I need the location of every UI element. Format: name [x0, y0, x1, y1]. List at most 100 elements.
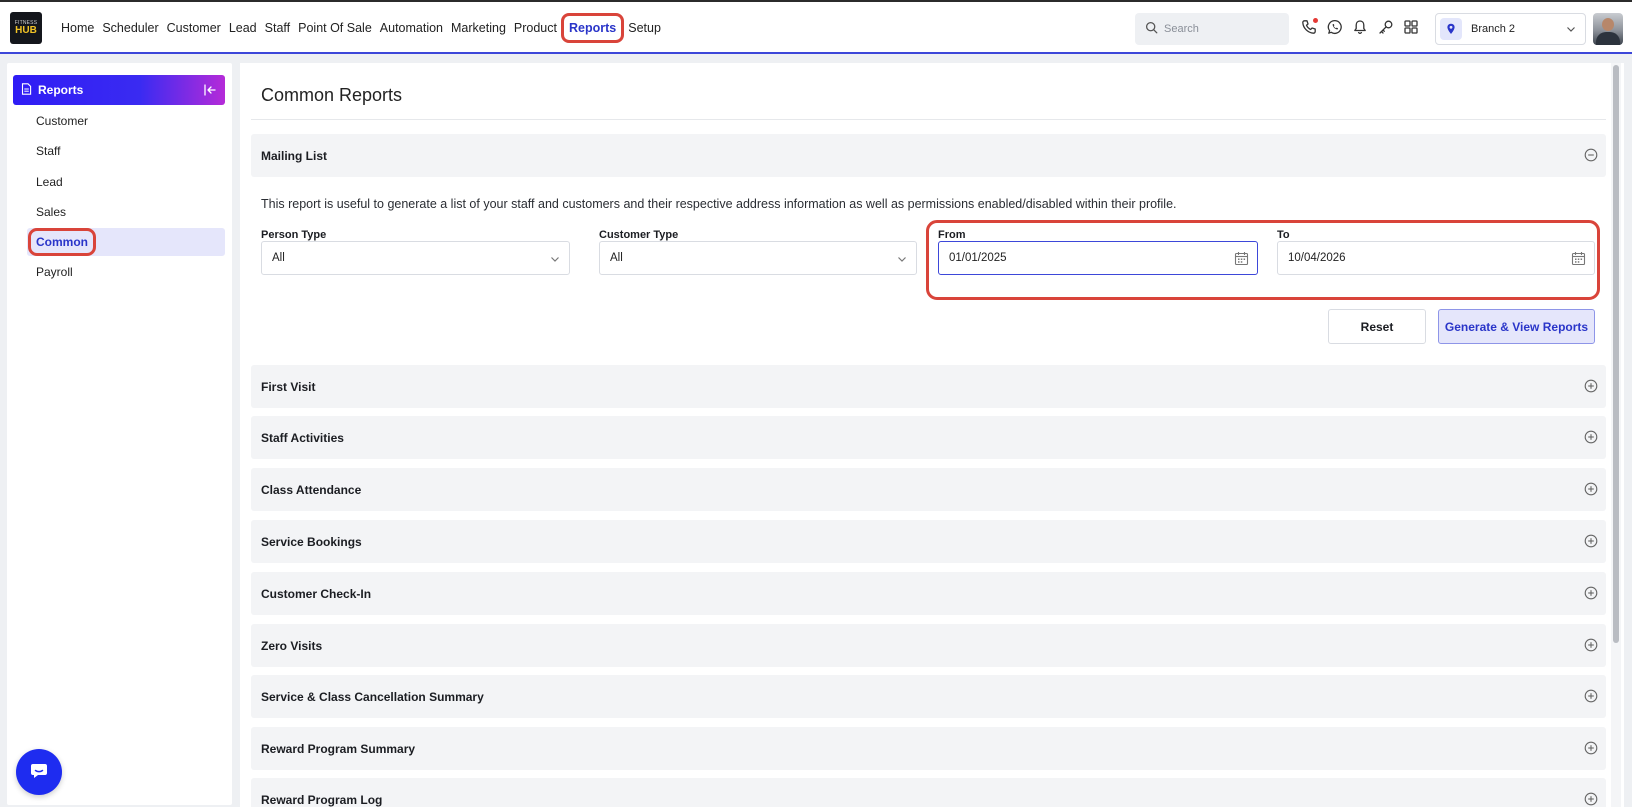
- nav-item-point-of-sale[interactable]: Point Of Sale: [294, 13, 376, 43]
- accordion-title: Reward Program Log: [261, 792, 383, 807]
- main-nav: Home Scheduler Customer Lead Staff Point…: [57, 2, 665, 54]
- top-icon-group: [1301, 18, 1429, 35]
- from-date-value: 01/01/2025: [949, 252, 1007, 264]
- main-scrollbar[interactable]: [1611, 63, 1621, 807]
- main-content: Common Reports Mailing List This report …: [240, 63, 1624, 807]
- accordion-class-attendance[interactable]: Class Attendance: [251, 468, 1606, 511]
- sidebar-item-common[interactable]: Common: [27, 228, 225, 256]
- report-document-icon: [21, 82, 32, 98]
- reset-button[interactable]: Reset: [1328, 309, 1426, 344]
- accordion-mailing-list[interactable]: Mailing List: [251, 134, 1606, 177]
- collapse-minus-icon[interactable]: [1584, 148, 1598, 162]
- expand-plus-icon[interactable]: [1584, 586, 1598, 600]
- sidebar-item-sales[interactable]: Sales: [27, 198, 225, 226]
- from-date-label: From: [938, 229, 966, 241]
- expand-plus-icon[interactable]: [1584, 379, 1598, 393]
- scrollbar-thumb[interactable]: [1613, 65, 1619, 643]
- to-date-input[interactable]: 10/04/2026: [1277, 241, 1595, 275]
- sidebar-item-label: Customer: [36, 114, 89, 128]
- person-type-select[interactable]: All: [261, 241, 570, 275]
- nav-item-marketing[interactable]: Marketing: [447, 13, 510, 43]
- title-divider: [251, 119, 1606, 120]
- accordion-title: Reward Program Summary: [261, 741, 416, 756]
- calendar-icon[interactable]: [1234, 251, 1249, 266]
- avatar-body: [1596, 32, 1620, 45]
- accordion-reward-program-log[interactable]: Reward Program Log: [251, 778, 1606, 807]
- top-navigation-bar: FITNESS HUB Home Scheduler Customer Lead…: [0, 0, 1632, 54]
- nav-item-lead[interactable]: Lead: [225, 13, 261, 43]
- nav-item-scheduler[interactable]: Scheduler: [98, 13, 162, 43]
- user-avatar[interactable]: [1593, 13, 1623, 45]
- accordion-staff-activities[interactable]: Staff Activities: [251, 416, 1606, 459]
- location-pin-icon: [1440, 18, 1462, 40]
- from-date-input[interactable]: 01/01/2025: [938, 241, 1258, 275]
- branch-selector[interactable]: Branch 2: [1435, 13, 1586, 45]
- accordion-title: Service & Class Cancellation Summary: [261, 689, 484, 704]
- sidebar-item-label: Payroll: [36, 265, 73, 279]
- collapse-sidebar-icon[interactable]: [203, 83, 217, 97]
- sidebar-item-label: Lead: [36, 175, 63, 189]
- phone-icon[interactable]: [1301, 18, 1318, 35]
- customer-type-select[interactable]: All: [599, 241, 917, 275]
- accordion-cancellation-summary[interactable]: Service & Class Cancellation Summary: [251, 675, 1606, 718]
- accordion-first-visit[interactable]: First Visit: [251, 365, 1606, 408]
- customer-type-label: Customer Type: [599, 229, 679, 241]
- expand-plus-icon[interactable]: [1584, 534, 1598, 548]
- to-date-value: 10/04/2026: [1288, 252, 1346, 264]
- accordion-title: Zero Visits: [261, 638, 323, 653]
- expand-plus-icon[interactable]: [1584, 689, 1598, 703]
- sidebar-item-customer[interactable]: Customer: [27, 107, 225, 135]
- sidebar-item-payroll[interactable]: Payroll: [27, 258, 225, 286]
- expand-plus-icon[interactable]: [1584, 638, 1598, 652]
- chevron-down-icon: [549, 253, 561, 265]
- expand-plus-icon[interactable]: [1584, 792, 1598, 806]
- calendar-icon[interactable]: [1571, 251, 1586, 266]
- reports-sidebar: Reports Customer Staff Lead Sales Common…: [7, 63, 232, 805]
- accordion-title: Mailing List: [261, 148, 327, 163]
- bell-icon[interactable]: [1352, 19, 1368, 35]
- accordion-reward-program-summary[interactable]: Reward Program Summary: [251, 727, 1606, 770]
- logo-text-main: HUB: [15, 25, 37, 36]
- apps-grid-icon[interactable]: [1403, 19, 1419, 35]
- search-icon: [1145, 21, 1158, 37]
- nav-item-staff[interactable]: Staff: [261, 13, 294, 43]
- accordion-title: Customer Check-In: [261, 586, 372, 601]
- accordion-customer-check-in[interactable]: Customer Check-In: [251, 572, 1606, 615]
- expand-plus-icon[interactable]: [1584, 430, 1598, 444]
- nav-item-customer[interactable]: Customer: [163, 13, 225, 43]
- avatar-head: [1602, 18, 1614, 31]
- nav-item-setup[interactable]: Setup: [624, 13, 665, 43]
- expand-plus-icon[interactable]: [1584, 741, 1598, 755]
- page-title: Common Reports: [261, 85, 403, 105]
- accordion-service-bookings[interactable]: Service Bookings: [251, 520, 1606, 563]
- key-icon[interactable]: [1378, 19, 1394, 35]
- nav-item-product[interactable]: Product: [510, 13, 561, 43]
- accordion-title: Staff Activities: [261, 430, 344, 445]
- sidebar-item-label: Sales: [36, 205, 67, 219]
- sidebar-item-lead[interactable]: Lead: [27, 168, 225, 196]
- branch-name: Branch 2: [1471, 23, 1516, 35]
- nav-item-home[interactable]: Home: [57, 13, 98, 43]
- chat-bubble-icon: [29, 762, 49, 783]
- search-box[interactable]: [1135, 13, 1289, 45]
- sidebar-title: Reports: [38, 83, 84, 97]
- customer-type-value: All: [610, 252, 623, 264]
- sidebar-item-staff[interactable]: Staff: [27, 137, 225, 165]
- report-description: This report is useful to generate a list…: [261, 197, 1177, 211]
- sidebar-item-label: Staff: [36, 144, 61, 158]
- expand-plus-icon[interactable]: [1584, 482, 1598, 496]
- nav-item-automation[interactable]: Automation: [376, 13, 447, 43]
- chevron-down-icon: [896, 253, 908, 265]
- nav-item-reports[interactable]: Reports: [561, 13, 625, 43]
- accordion-title: Service Bookings: [261, 534, 362, 549]
- generate-view-reports-button[interactable]: Generate & View Reports: [1438, 309, 1595, 344]
- person-type-value: All: [272, 252, 285, 264]
- accordion-title: First Visit: [261, 379, 316, 394]
- person-type-label: Person Type: [261, 229, 327, 241]
- search-input[interactable]: [1164, 23, 1284, 35]
- sidebar-header[interactable]: Reports: [13, 75, 225, 105]
- chat-support-button[interactable]: [16, 749, 62, 795]
- app-logo[interactable]: FITNESS HUB: [10, 12, 42, 44]
- whatsapp-icon[interactable]: [1327, 19, 1343, 35]
- accordion-zero-visits[interactable]: Zero Visits: [251, 624, 1606, 667]
